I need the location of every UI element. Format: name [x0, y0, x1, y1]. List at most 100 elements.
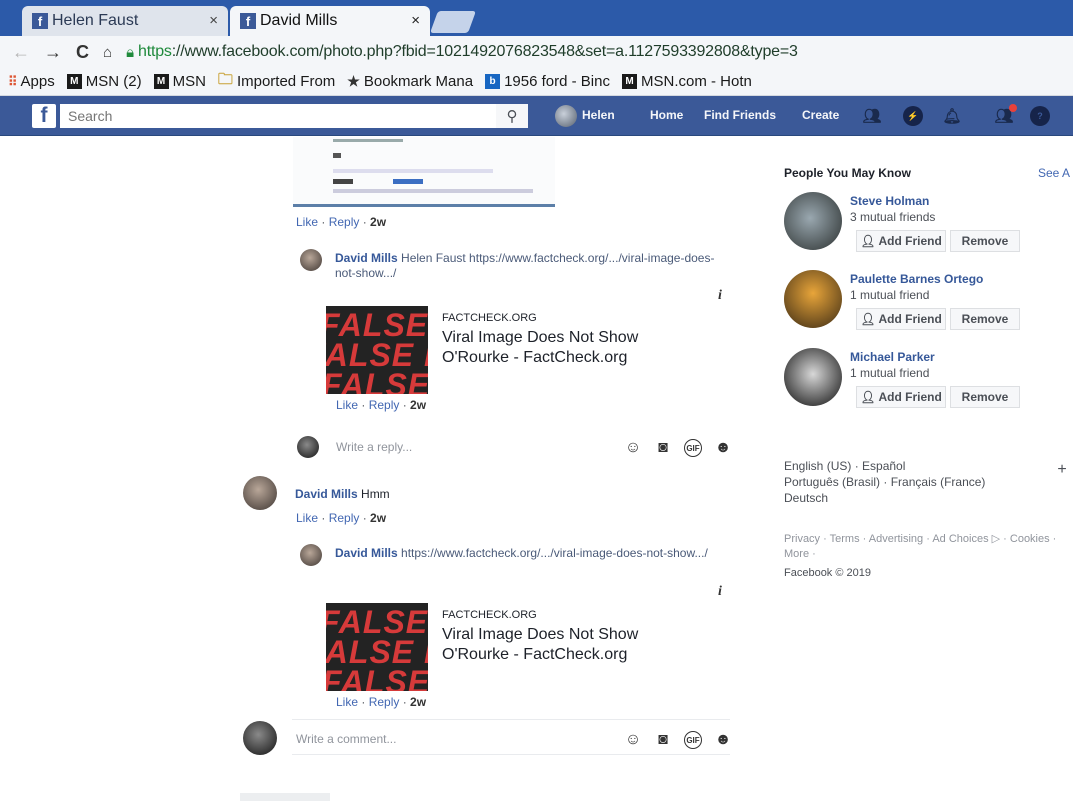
- avatar[interactable]: [784, 192, 842, 250]
- reply-link[interactable]: Reply: [369, 398, 400, 412]
- like-link[interactable]: Like: [336, 398, 358, 412]
- reload-icon[interactable]: C: [76, 42, 89, 63]
- person-name[interactable]: Paulette Barnes Ortego: [850, 272, 983, 286]
- avatar[interactable]: [243, 476, 277, 510]
- language-selector: English (US) · Español Português (Brasil…: [784, 459, 986, 505]
- add-friend-button[interactable]: 👤︎ Add Friend: [856, 308, 946, 330]
- gif-icon[interactable]: GIF: [684, 731, 702, 749]
- nav-profile-helen[interactable]: Helen: [582, 108, 615, 122]
- mutual-friends[interactable]: 1 mutual friend: [850, 288, 929, 302]
- profile-avatar[interactable]: [555, 105, 577, 127]
- link-title: Viral Image Does Not Show O'Rourke - Fac…: [442, 329, 639, 366]
- language-link[interactable]: Português (Brasil): [784, 475, 880, 489]
- reply-link[interactable]: Reply: [369, 695, 400, 709]
- star-icon: ★: [347, 73, 360, 89]
- notifications-bell-icon[interactable]: 🔔︎: [942, 106, 962, 126]
- author-name[interactable]: David Mills: [295, 487, 358, 501]
- comment-photo-preview[interactable]: [293, 137, 555, 207]
- nav-find-friends[interactable]: Find Friends: [704, 108, 776, 122]
- sticker-icon[interactable]: ☻: [714, 731, 732, 749]
- gif-icon[interactable]: GIF: [684, 439, 702, 457]
- bookmark-apps[interactable]: ⠿ Apps: [8, 73, 55, 90]
- author-name[interactable]: David Mills: [335, 546, 398, 560]
- home-icon[interactable]: ⌂: [103, 44, 112, 61]
- add-friend-button[interactable]: 👤︎ Add Friend: [856, 386, 946, 408]
- msn-icon: M: [621, 74, 637, 89]
- bookmark-msn[interactable]: M MSN: [153, 73, 206, 90]
- nav-home[interactable]: Home: [650, 108, 683, 122]
- url-text: https://www.facebook.com/photo.php?fbid=…: [138, 43, 798, 60]
- suggested-person: Michael Parker 1 mutual friend 👤︎ Add Fri…: [784, 348, 1073, 420]
- camera-icon[interactable]: ◙: [654, 439, 672, 457]
- reply-link[interactable]: Reply: [329, 215, 360, 229]
- language-link[interactable]: Español: [862, 459, 905, 473]
- info-icon[interactable]: i: [718, 288, 722, 304]
- link-preview-card[interactable]: FALSE FALS FALSE FALS FALSE FALS FACTCHE…: [326, 603, 726, 693]
- comment-time[interactable]: 2w: [410, 398, 426, 412]
- nav-create[interactable]: Create: [802, 108, 839, 122]
- forward-arrow-icon[interactable]: →: [44, 42, 62, 63]
- person-name[interactable]: Michael Parker: [850, 350, 935, 364]
- bookmark-1956-ford[interactable]: b 1956 ford - Binc: [485, 73, 610, 90]
- avatar[interactable]: [300, 249, 322, 271]
- reply-input[interactable]: Write a reply...: [336, 440, 412, 454]
- remove-button[interactable]: Remove: [950, 230, 1020, 252]
- bookmark-msn-2[interactable]: M MSN (2): [66, 73, 142, 90]
- tab-helen-faust[interactable]: f Helen Faust ×: [22, 6, 228, 36]
- remove-button[interactable]: Remove: [950, 308, 1020, 330]
- back-arrow-icon[interactable]: ←: [12, 42, 30, 63]
- comment-time[interactable]: 2w: [370, 215, 386, 229]
- like-link[interactable]: Like: [336, 695, 358, 709]
- comment-time[interactable]: 2w: [370, 511, 386, 525]
- emoji-icon[interactable]: ☺: [624, 439, 642, 457]
- notification-badge: [1009, 104, 1017, 112]
- messenger-icon[interactable]: ⚡: [903, 106, 923, 126]
- like-link[interactable]: Like: [296, 215, 318, 229]
- author-name[interactable]: David Mills: [335, 251, 398, 265]
- sticker-icon[interactable]: ☻: [714, 439, 732, 457]
- footer-links[interactable]: Privacy · Terms · Advertising · Ad Choic…: [784, 532, 1073, 562]
- search-input[interactable]: [60, 104, 528, 128]
- tab-label: David Mills: [260, 12, 338, 29]
- emoji-icon[interactable]: ☺: [624, 731, 642, 749]
- bookmark-manager[interactable]: ★ Bookmark Mana: [347, 73, 473, 90]
- info-icon[interactable]: i: [718, 584, 722, 600]
- avatar[interactable]: [300, 544, 322, 566]
- like-link[interactable]: Like: [296, 511, 318, 525]
- avatar[interactable]: [784, 270, 842, 328]
- tab-david-mills[interactable]: f David Mills ×: [230, 6, 430, 36]
- avatar: [297, 436, 319, 458]
- lock-icon: 🔒︎: [126, 43, 135, 61]
- remove-button[interactable]: Remove: [950, 386, 1020, 408]
- msn-icon: M: [153, 74, 169, 89]
- mutual-friends[interactable]: 1 mutual friend: [850, 366, 929, 380]
- link-source: FACTCHECK.ORG: [442, 312, 537, 324]
- people-you-may-know-title: People You May Know: [784, 166, 911, 180]
- bookmark-msn-com[interactable]: M MSN.com - Hotn: [621, 73, 752, 90]
- more-languages-plus-icon[interactable]: +: [1052, 460, 1072, 480]
- language-link[interactable]: Deutsch: [784, 491, 828, 505]
- add-friend-button[interactable]: 👤︎ Add Friend: [856, 230, 946, 252]
- comment-input[interactable]: Write a comment...: [296, 732, 396, 746]
- close-tab-icon[interactable]: ×: [209, 12, 218, 29]
- search-icon[interactable]: ⚲: [496, 104, 528, 128]
- person-name[interactable]: Steve Holman: [850, 194, 929, 208]
- help-question-icon[interactable]: ?: [1030, 106, 1050, 126]
- comment-body[interactable]: https://www.factcheck.org/.../viral-imag…: [398, 546, 708, 560]
- url-field[interactable]: 🔒︎ https://www.facebook.com/photo.php?fb…: [126, 43, 798, 61]
- language-link[interactable]: Français (France): [891, 475, 986, 489]
- comment-time[interactable]: 2w: [410, 695, 426, 709]
- camera-icon[interactable]: ◙: [654, 731, 672, 749]
- folder-icon: 🗀︎: [217, 71, 233, 88]
- reply-link[interactable]: Reply: [329, 511, 360, 525]
- bookmarks-bar: ⠿ Apps M MSN (2) M MSN 🗀︎ Imported From …: [0, 68, 1073, 96]
- new-tab-button[interactable]: [429, 11, 477, 33]
- friend-requests-icon[interactable]: 👥︎: [862, 106, 882, 126]
- link-preview-card[interactable]: FALSE FALS FALSE FALS FALSE FALS FACTCHE…: [326, 306, 726, 396]
- see-all-link[interactable]: See A: [1038, 166, 1070, 180]
- close-tab-icon[interactable]: ×: [411, 12, 420, 29]
- bookmark-imported-from[interactable]: 🗀︎ Imported From: [217, 71, 335, 90]
- facebook-logo-icon[interactable]: f: [32, 104, 56, 128]
- avatar[interactable]: [784, 348, 842, 406]
- mutual-friends[interactable]: 3 mutual friends: [850, 210, 935, 224]
